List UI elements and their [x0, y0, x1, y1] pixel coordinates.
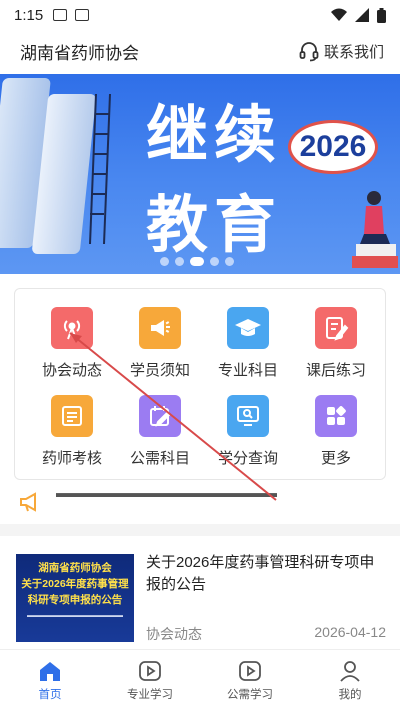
grid-item-label: 药师考核	[41, 450, 102, 467]
carousel-dot[interactable]	[160, 257, 169, 266]
graduation-cap-icon	[227, 307, 269, 349]
megaphone-icon	[20, 492, 36, 512]
grid-item-label: 专业科目	[217, 362, 278, 379]
reader-illustration	[352, 191, 398, 268]
tab-label: 公需学习	[227, 688, 273, 701]
carousel-dot[interactable]	[175, 257, 184, 266]
banner-year-badge: 2026	[288, 120, 378, 174]
grid-item-credit-query[interactable]: 学分查询	[203, 395, 293, 468]
news-thumb-line2: 关于2026年度药事管理	[21, 578, 129, 590]
gallery-icon	[53, 9, 68, 21]
wifi-icon	[331, 8, 347, 21]
app-header: 湖南省药师协会 联系我们	[0, 30, 400, 72]
tab-home[interactable]: 首页	[0, 650, 100, 711]
calendar-edit-icon	[139, 395, 181, 437]
tab-label: 我的	[338, 688, 362, 701]
tab-label: 首页	[38, 688, 62, 701]
grid-item-label: 公需科目	[129, 450, 190, 467]
grid-item-label: 学分查询	[217, 450, 278, 467]
play-icon	[239, 660, 261, 681]
user-icon	[340, 660, 360, 682]
news-thumbnail: 湖南省药师协会 关于2026年度药事管理 科研专项申报的公告 ▬▬▬▬▬▬▬▬▬…	[16, 554, 134, 642]
notice-text-scrolled: ▬▬▬▬▬▬▬▬▬▬▬▬▬▬▬▬▬	[56, 484, 277, 500]
grid-item-professional-subjects[interactable]: 专业科目	[203, 307, 293, 380]
grid-item-student-notice[interactable]: 学员须知	[115, 307, 205, 380]
grid-item-more[interactable]: 更多	[291, 395, 381, 468]
notification-a-icon	[75, 9, 90, 21]
news-list-item[interactable]: 湖南省药师协会 关于2026年度药事管理 科研专项申报的公告 ▬▬▬▬▬▬▬▬▬…	[16, 552, 386, 644]
grid-item-label: 协会动态	[41, 362, 102, 379]
headset-icon	[299, 42, 319, 62]
carousel-dot[interactable]	[225, 257, 234, 266]
news-thumb-line3: 科研专项申报的公告	[27, 594, 123, 606]
tab-label: 专业学习	[127, 688, 173, 701]
carousel-dot-active[interactable]	[190, 257, 204, 266]
news-thumb-fineprint: ▬▬▬▬▬▬▬▬▬▬▬▬▬▬▬▬	[27, 613, 123, 619]
megaphone-icon	[139, 307, 181, 349]
tab-professional-study[interactable]: 专业学习	[100, 650, 200, 711]
grid-item-public-subjects[interactable]: 公需科目	[115, 395, 205, 468]
news-thumb-line1: 湖南省药师协会	[38, 562, 112, 574]
play-icon	[139, 660, 161, 681]
monitor-search-icon	[227, 395, 269, 437]
function-grid: 协会动态 学员须知 专业科目 课后练习 药师考核 公需科目 学分查询 更多	[14, 288, 386, 480]
grid-item-label: 更多	[320, 450, 351, 467]
grid-item-label: 学员须知	[129, 362, 190, 379]
tab-mine[interactable]: 我的	[300, 650, 400, 711]
banner-carousel[interactable]: 继续 教育 2026	[0, 74, 400, 274]
carousel-dot[interactable]	[210, 257, 219, 266]
broadcast-icon	[51, 307, 93, 349]
document-icon	[51, 395, 93, 437]
tab-public-study[interactable]: 公需学习	[200, 650, 300, 711]
app-title: 湖南省药师协会	[20, 43, 139, 63]
contact-us-button[interactable]: 联系我们	[298, 40, 384, 62]
notice-ticker[interactable]: ▬▬▬▬▬▬▬▬▬▬▬▬▬▬▬▬▬	[0, 484, 400, 520]
apps-icon	[315, 395, 357, 437]
bottom-tab-bar: 首页 专业学习 公需学习 我的	[0, 649, 400, 711]
grid-item-after-class-practice[interactable]: 课后练习	[291, 307, 381, 380]
grid-item-pharmacist-assessment[interactable]: 药师考核	[27, 395, 117, 468]
grid-item-label: 课后练习	[305, 362, 366, 379]
signal-icon	[355, 8, 369, 22]
status-bar: 1:15	[0, 0, 400, 30]
news-date: 2026-04-12	[314, 624, 386, 640]
news-category: 协会动态	[146, 626, 202, 642]
home-icon	[40, 661, 60, 681]
grid-item-association-news[interactable]: 协会动态	[27, 307, 117, 380]
banner-headline-line1: 继续	[146, 98, 283, 171]
banner-headline-line2: 教育	[146, 188, 283, 261]
news-title: 关于2026年度药事管理科研专项申报的公告	[146, 554, 375, 593]
section-divider	[0, 524, 400, 536]
battery-icon	[377, 7, 386, 23]
contact-us-label: 联系我们	[323, 43, 384, 61]
ladder-illustration	[89, 94, 111, 244]
edit-note-icon	[315, 307, 357, 349]
carousel-indicator	[160, 257, 234, 266]
status-time: 1:15	[14, 6, 44, 24]
